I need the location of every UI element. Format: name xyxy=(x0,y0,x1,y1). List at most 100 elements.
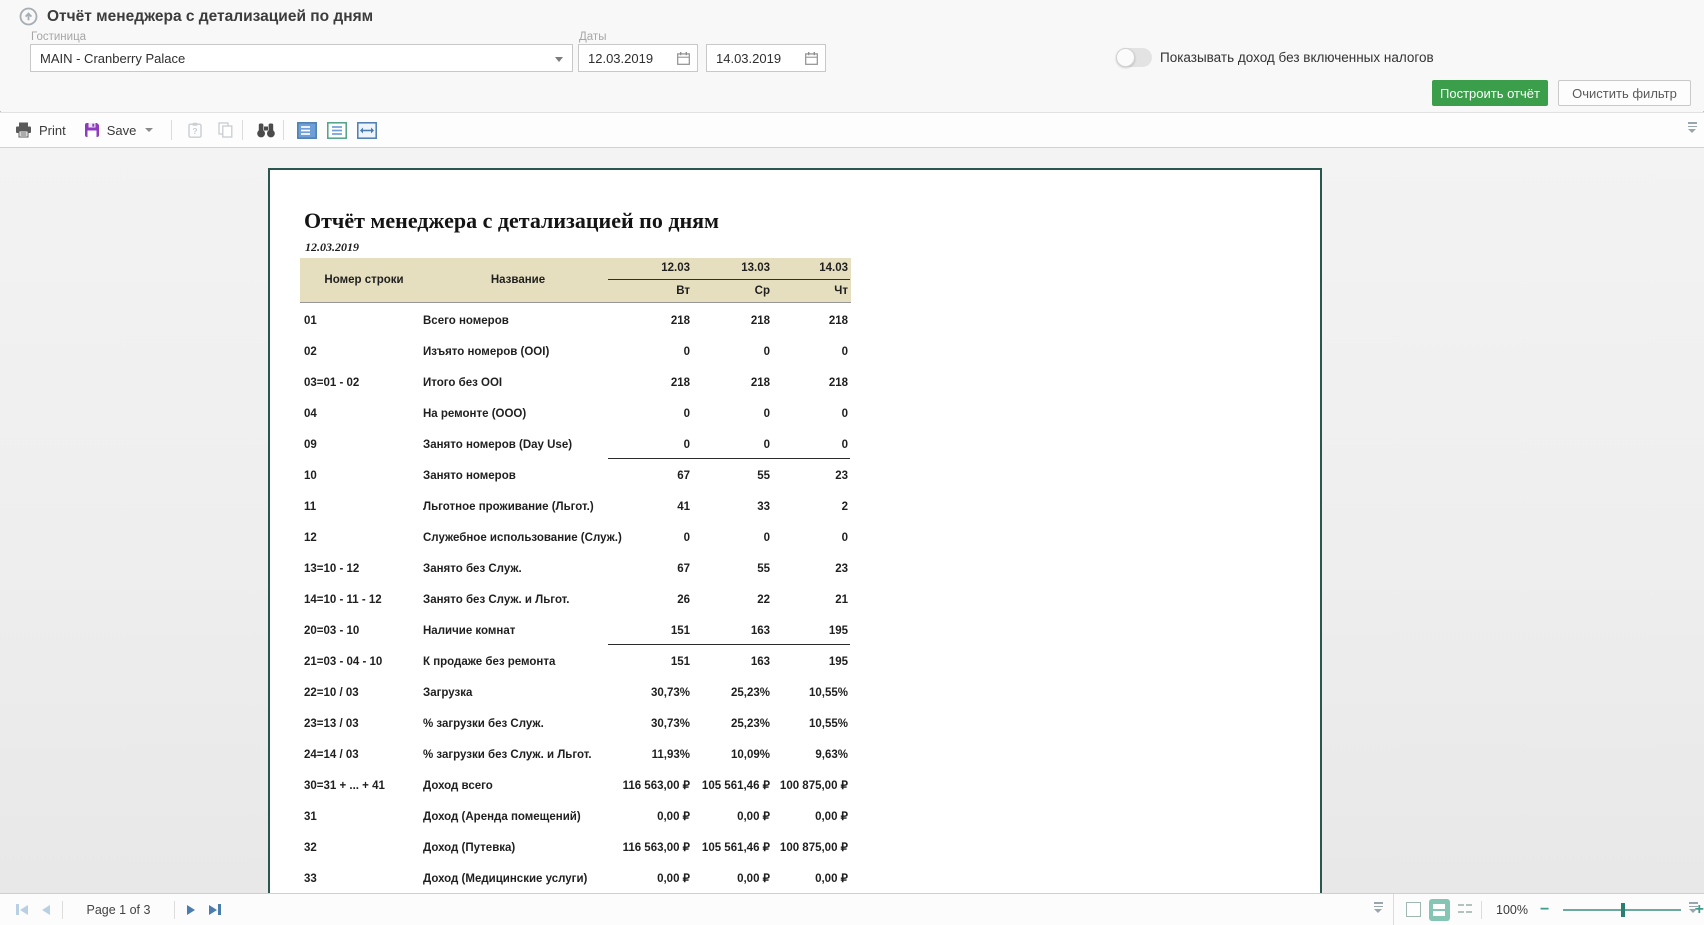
table-row: 22=10 / 03Загрузка30,73%25,23%10,55% xyxy=(300,678,851,709)
zoom-level: 100% xyxy=(1496,903,1528,917)
row-name: К продаже без ремонта xyxy=(423,647,555,678)
row-name: Льготное проживание (Льгот.) xyxy=(423,492,594,523)
paste-button[interactable]: ? xyxy=(182,118,208,142)
zoom-slider-handle[interactable] xyxy=(1621,903,1625,917)
row-number: 32 xyxy=(304,833,317,864)
row-name: % загрузки без Служ. xyxy=(423,709,544,740)
row-value: 218 xyxy=(733,368,848,399)
row-value: 21 xyxy=(733,585,848,616)
report-preview-area[interactable]: Отчёт менеджера с детализацией по дням 1… xyxy=(0,148,1704,893)
find-button[interactable] xyxy=(253,118,279,142)
table-date-row: 12.0313.0314.03 xyxy=(300,258,851,279)
table-row: 12Служебное использование (Служ.)000 xyxy=(300,523,851,554)
table-row: 10Занято номеров675523 xyxy=(300,461,851,492)
row-value: 9,63% xyxy=(733,740,848,771)
row-name: На ремонте (OOO) xyxy=(423,399,526,430)
copy-button[interactable] xyxy=(212,118,238,142)
report-page: Отчёт менеджера с детализацией по дням 1… xyxy=(268,168,1322,893)
date-to-input[interactable]: 14.03.2019 xyxy=(706,44,826,72)
table-header: Номер строки Название 12.0313.0314.03 Вт… xyxy=(300,258,851,303)
toggle-knob xyxy=(1116,48,1135,67)
page-view-green-icon xyxy=(327,122,347,139)
next-page-button[interactable] xyxy=(185,903,197,917)
row-value: 0 xyxy=(733,430,848,461)
zoom-slider[interactable] xyxy=(1563,909,1680,911)
row-name: Доход (Путевка) xyxy=(423,833,515,864)
row-number: 31 xyxy=(304,802,317,833)
page-title: Отчёт менеджера с детализацией по дням xyxy=(47,8,373,26)
toolbar-separator xyxy=(283,120,284,140)
row-number: 14=10 - 11 - 12 xyxy=(304,585,382,616)
row-number: 22=10 / 03 xyxy=(304,678,359,709)
row-value: 10,55% xyxy=(733,709,848,740)
statusbar-separator xyxy=(1481,901,1482,919)
row-number: 20=03 - 10 xyxy=(304,616,359,647)
zoom-out-button[interactable]: − xyxy=(1540,903,1549,917)
view-mode-continuous-button[interactable] xyxy=(324,118,350,142)
row-name: % загрузки без Служ. и Льгот. xyxy=(423,740,592,771)
hotel-label: Гостиница xyxy=(31,31,86,43)
toolbar-separator xyxy=(171,120,172,140)
date-from-value: 12.03.2019 xyxy=(588,51,653,66)
show-income-without-tax-toggle[interactable] xyxy=(1116,48,1152,67)
table-row: 32Доход (Путевка)116 563,00 ₽105 561,46 … xyxy=(300,833,851,864)
row-name: Занято без Служ. xyxy=(423,554,522,585)
table-row: 33Доход (Медицинские услуги)0,00 ₽0,00 ₽… xyxy=(300,864,851,893)
clear-filter-button[interactable]: Очистить фильтр xyxy=(1558,80,1691,106)
status-bar: Page 1 of 3 100% − + xyxy=(0,893,1704,925)
report-subtitle: 12.03.2019 xyxy=(305,240,359,255)
row-name: Доход (Аренда помещений) xyxy=(423,802,581,833)
row-name: Занято номеров xyxy=(423,461,516,492)
collapse-panel-button[interactable] xyxy=(19,7,38,26)
row-number: 02 xyxy=(304,337,317,368)
row-name: Доход (Медицинские услуги) xyxy=(423,864,587,893)
calendar-icon xyxy=(805,52,818,65)
row-value: 100 875,00 ₽ xyxy=(733,771,848,802)
view-mode-page-button[interactable] xyxy=(294,118,320,142)
save-button[interactable]: Save xyxy=(84,122,154,138)
row-name: Всего номеров xyxy=(423,306,509,337)
print-button[interactable]: Print xyxy=(15,122,66,138)
sum-rule xyxy=(608,644,850,645)
previous-page-button[interactable] xyxy=(40,903,52,917)
table-row: 02Изъято номеров (OOI)000 xyxy=(300,337,851,368)
multi-page-view-button[interactable] xyxy=(1458,903,1473,917)
hotel-select[interactable]: MAIN - Cranberry Palace xyxy=(30,44,573,72)
row-number: 30=31 + ... + 41 xyxy=(304,771,385,802)
fit-width-button[interactable] xyxy=(354,118,380,142)
save-label: Save xyxy=(107,123,137,138)
row-value: 195 xyxy=(733,647,848,678)
row-number: 23=13 / 03 xyxy=(304,709,359,740)
view-zoom-controls: 100% − + xyxy=(1393,894,1704,925)
copy-pages-icon xyxy=(218,122,233,138)
save-dropdown-caret-icon xyxy=(145,128,153,132)
left-pane-scroll[interactable] xyxy=(1372,902,1384,913)
sum-rule xyxy=(608,458,850,459)
row-name: Итого без OOI xyxy=(423,368,502,399)
row-number: 10 xyxy=(304,461,317,492)
printer-icon xyxy=(15,122,32,138)
row-value: 0 xyxy=(733,399,848,430)
build-report-button[interactable]: Построить отчёт xyxy=(1432,80,1548,106)
first-page-button[interactable] xyxy=(14,902,30,917)
toolbar-separator xyxy=(242,120,243,140)
tax-toggle-row: Показывать доход без включенных налогов xyxy=(1116,48,1434,67)
report-toolbar: Print Save ? xyxy=(0,112,1704,148)
row-value: 100 875,00 ₽ xyxy=(733,833,848,864)
right-pane-scroll[interactable] xyxy=(1687,902,1699,913)
continuous-view-button[interactable] xyxy=(1429,899,1450,921)
table-row: 13=10 - 12Занято без Служ.675523 xyxy=(300,554,851,585)
toggle-label: Показывать доход без включенных налогов xyxy=(1160,50,1434,65)
table-row: 11Льготное проживание (Льгот.)41332 xyxy=(300,492,851,523)
row-name: Занято без Служ. и Льгот. xyxy=(423,585,570,616)
toolbar-overflow-scroll[interactable] xyxy=(1686,122,1698,133)
row-name: Изъято номеров (OOI) xyxy=(423,337,549,368)
table-row: 04На ремонте (OOO)000 xyxy=(300,399,851,430)
single-page-view-button[interactable] xyxy=(1406,902,1421,917)
row-number: 21=03 - 04 - 10 xyxy=(304,647,382,678)
date-from-input[interactable]: 12.03.2019 xyxy=(578,44,698,72)
save-floppy-icon xyxy=(84,122,100,138)
dropdown-caret-icon xyxy=(555,57,563,62)
row-number: 09 xyxy=(304,430,317,461)
last-page-button[interactable] xyxy=(207,902,223,917)
